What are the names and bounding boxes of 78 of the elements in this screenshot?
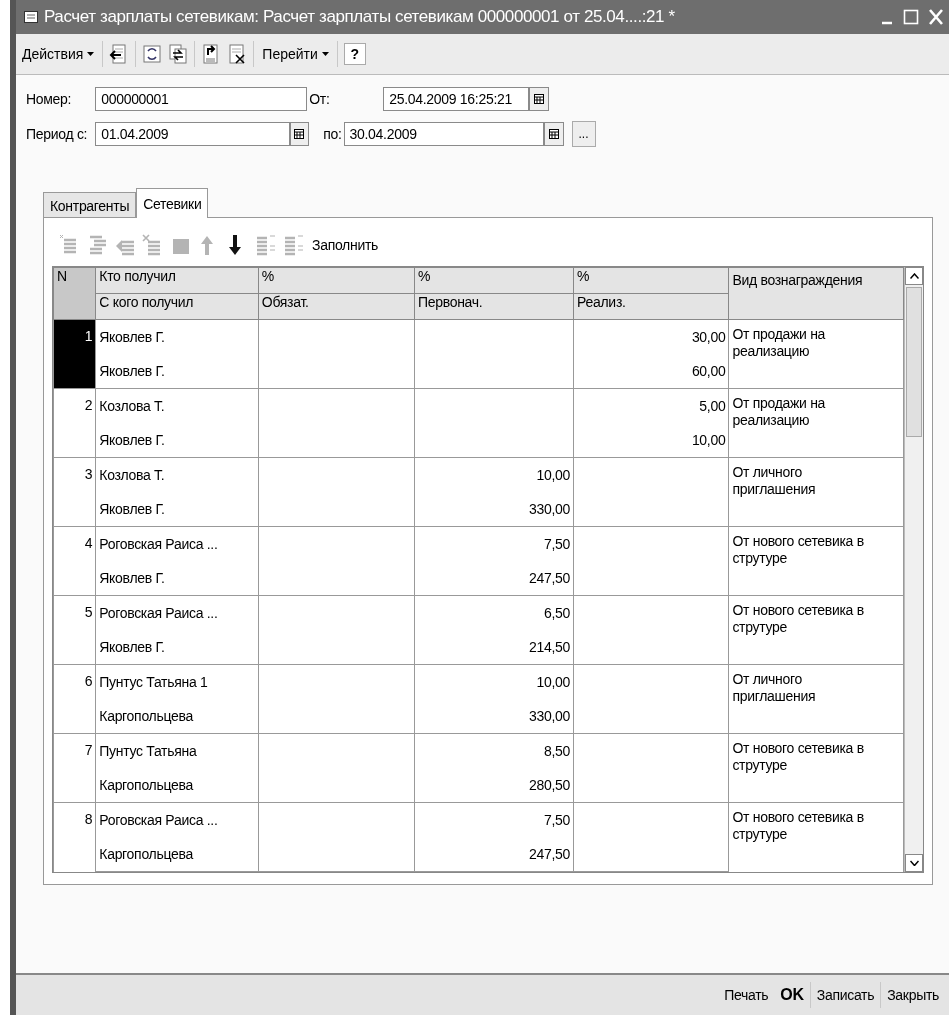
row-number[interactable]: 4 (53, 526, 96, 596)
table-cell: От нового сетевика в струтуре (728, 595, 904, 665)
field-label: Период с: (26, 126, 89, 142)
row-number[interactable]: 7 (53, 733, 96, 803)
table-cell: От личного приглашения (728, 664, 904, 734)
close-icon[interactable] (929, 9, 943, 25)
column-header: N (53, 267, 96, 320)
scroll-thumb[interactable] (906, 287, 922, 437)
column-header: Кто получил (95, 267, 259, 294)
calendar-icon (534, 94, 545, 104)
copy-arrows-icon[interactable] (168, 44, 189, 64)
table-cell: От нового сетевика в струтуре (728, 526, 904, 596)
field-label: по: (322, 126, 343, 142)
table-cell: Яковлев Г. (95, 561, 259, 596)
column-header: % (258, 267, 415, 294)
calendar-button[interactable] (543, 122, 564, 146)
ok-button[interactable]: OK (774, 984, 810, 1006)
window-title: Расчет зарплаты сетевикам: Расчет зарплаты сетевикам 000000001 от 25.04....:21 * (44, 7, 676, 27)
column-header: % (414, 267, 574, 294)
calendar-button[interactable] (289, 122, 310, 146)
table-cell: От продажи на реализацию (728, 319, 904, 389)
menu-button[interactable]: Действия (20, 44, 97, 64)
select-period-button[interactable]: ... (571, 121, 596, 147)
menu-button[interactable]: Перейти (260, 44, 331, 64)
row-number[interactable]: 3 (53, 457, 96, 527)
caret-icon (321, 52, 329, 56)
maximize-icon[interactable] (903, 9, 919, 25)
footer-button[interactable]: Записать (810, 985, 881, 1005)
table-cell: 280,50 (414, 768, 574, 803)
scrollbar[interactable] (904, 267, 923, 872)
fill-button[interactable]: Заполнить (310, 237, 379, 253)
table-cell: От продажи на реализацию (728, 388, 904, 458)
table-cell: От нового сетевика в струтуре (728, 802, 904, 872)
scroll-up-icon (909, 273, 919, 279)
calendar-icon (294, 129, 305, 139)
number-field[interactable]: 000000001 (95, 87, 308, 111)
field-label: От: (309, 91, 331, 107)
calendar-button[interactable] (529, 87, 550, 111)
row-number[interactable]: 1 (53, 319, 96, 389)
table-cell: 247,50 (414, 837, 574, 872)
column-header: % (573, 267, 729, 294)
column-header: С кого получил (95, 293, 259, 320)
date-field[interactable]: 01.04.2009 (95, 122, 290, 146)
table-cell: От нового сетевика в струтуре (728, 733, 904, 803)
table-cell: От личного приглашения (728, 457, 904, 527)
caret-icon (87, 52, 95, 56)
refresh-icon[interactable] (142, 44, 163, 64)
row-number[interactable]: 5 (53, 595, 96, 665)
footer-button[interactable]: Закрыть (881, 985, 945, 1005)
window-icon (24, 11, 38, 23)
table-cell: 330,00 (414, 492, 574, 527)
table-cell: Яковлев Г. (95, 630, 259, 665)
column-header: Вид вознаграждения (728, 267, 904, 320)
scroll-down-icon (909, 860, 919, 866)
document-delete-icon[interactable] (227, 44, 248, 64)
tab[interactable]: Контрагенты (43, 192, 137, 218)
date-field[interactable]: 25.04.2009 16:25:21 (383, 87, 530, 111)
field-label: Номер: (26, 91, 73, 107)
help-button[interactable]: ? (343, 43, 366, 65)
date-field[interactable]: 30.04.2009 (343, 122, 544, 146)
table-cell: Каргопольцева (95, 837, 259, 872)
column-header: Реализ. (573, 293, 729, 320)
table-cell: 214,50 (414, 630, 574, 665)
calendar-icon (548, 129, 559, 139)
column-header: Первонач. (414, 293, 574, 320)
table-cell: Яковлев Г. (95, 354, 259, 389)
row-number[interactable]: 8 (53, 802, 96, 872)
footer-button[interactable]: Печать (718, 985, 775, 1005)
table-cell: Каргопольцева (95, 699, 259, 734)
column-header: Обязат. (258, 293, 415, 320)
table-cell: Яковлев Г. (95, 423, 259, 458)
row-number[interactable]: 2 (53, 388, 96, 458)
table-cell: Яковлев Г. (95, 492, 259, 527)
table-cell: Каргопольцева (95, 768, 259, 803)
tab[interactable]: Сетевики (136, 188, 209, 218)
table-cell: 247,50 (414, 561, 574, 596)
row-number[interactable]: 6 (53, 664, 96, 734)
table-cell: 330,00 (414, 699, 574, 734)
